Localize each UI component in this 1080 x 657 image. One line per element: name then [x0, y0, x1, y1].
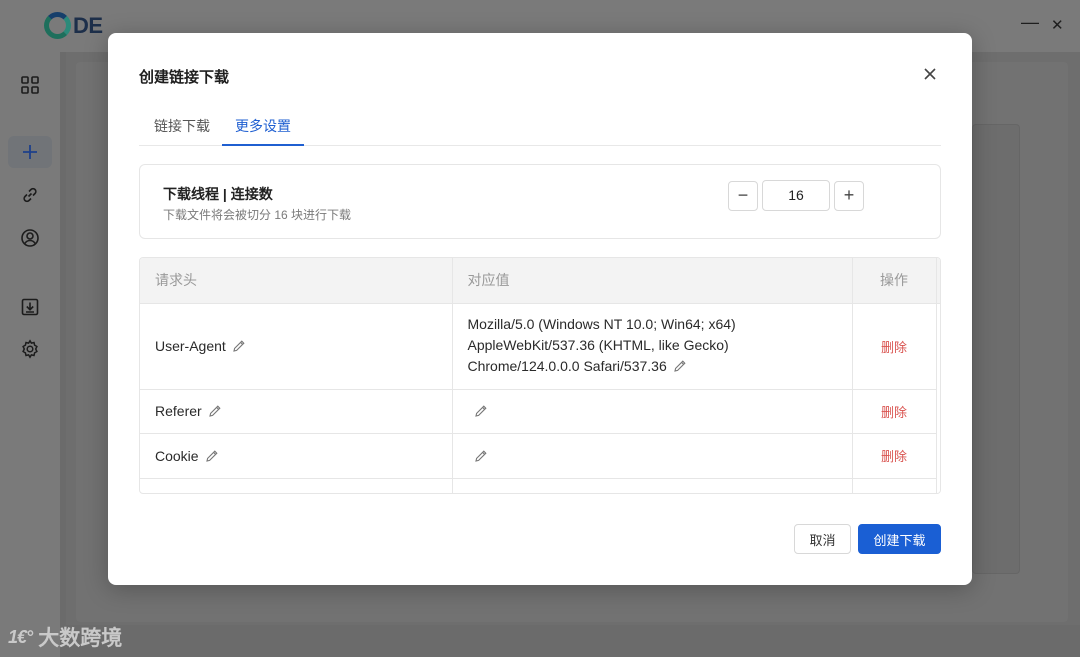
- header-key-text: Cookie: [155, 447, 199, 464]
- header-value-cell: [452, 433, 853, 479]
- edit-pencil-icon[interactable]: [673, 358, 687, 372]
- delete-button[interactable]: 删除: [881, 449, 907, 464]
- tab-link-download[interactable]: 链接下载: [154, 116, 210, 146]
- edit-pencil-icon[interactable]: [208, 404, 222, 418]
- table-scrollbar[interactable]: [936, 258, 940, 493]
- app-inner-panel: [972, 124, 1020, 574]
- header-key-cell: Referer: [140, 389, 453, 434]
- threads-stepper: − 16 +: [728, 180, 864, 211]
- action-cell: 删除: [852, 433, 937, 479]
- user-icon[interactable]: [18, 226, 42, 250]
- close-icon[interactable]: [922, 66, 938, 82]
- table-row: Referer 删除: [140, 389, 937, 434]
- edit-pencil-icon[interactable]: [232, 339, 246, 353]
- threads-description: 下载文件将会被切分 16 块进行下载: [163, 208, 352, 222]
- edit-pencil-icon[interactable]: [474, 449, 488, 463]
- new-download-button[interactable]: [8, 136, 52, 168]
- threads-input[interactable]: 16: [762, 180, 830, 211]
- action-cell: 删除: [852, 389, 937, 434]
- column-header-action: 操作: [852, 258, 937, 304]
- edit-pencil-icon[interactable]: [474, 404, 488, 418]
- delete-button[interactable]: 删除: [881, 405, 907, 420]
- create-download-button[interactable]: 创建下载: [858, 524, 941, 554]
- app-logo: DE: [44, 12, 103, 39]
- column-header-key: 请求头: [140, 258, 453, 304]
- request-headers-table: 请求头 对应值 操作 User-Agent Mozilla/5.0 (Windo…: [139, 257, 941, 494]
- watermark-mark: 1€°: [8, 626, 33, 647]
- header-value-line: AppleWebKit/537.36 (KHTML, like Gecko): [467, 337, 729, 353]
- download-threads-card: 下载线程 | 连接数 下载文件将会被切分 16 块进行下载 − 16 +: [139, 164, 941, 239]
- gear-icon[interactable]: [18, 337, 42, 361]
- header-value-line: Chrome/124.0.0.0 Safari/537.36: [467, 358, 667, 374]
- table-row: User-Agent Mozilla/5.0 (Windows NT 10.0;…: [140, 303, 937, 390]
- increment-button[interactable]: +: [834, 180, 864, 211]
- window-close-button[interactable]: ✕: [1051, 16, 1064, 34]
- watermark-text: 大数跨境: [38, 627, 123, 650]
- cancel-button[interactable]: 取消: [794, 524, 851, 554]
- decrement-button[interactable]: −: [728, 180, 758, 211]
- download-icon[interactable]: [18, 295, 42, 319]
- header-key-text: User-Agent: [155, 338, 226, 354]
- threads-title: 下载线程 | 连接数: [163, 186, 273, 202]
- header-key-cell: Cookie: [140, 433, 453, 479]
- edit-pencil-icon[interactable]: [205, 449, 219, 463]
- logo-text: DE: [73, 12, 103, 38]
- dialog-tabs: 链接下载 更多设置: [139, 108, 941, 146]
- action-cell: 删除: [852, 303, 937, 390]
- window-minimize-button[interactable]: —: [1021, 12, 1039, 33]
- plus-icon: [23, 145, 37, 159]
- dialog-title: 创建链接下载: [139, 69, 230, 86]
- column-header-value: 对应值: [452, 258, 853, 304]
- table-header-row: 请求头 对应值 操作: [140, 258, 937, 304]
- create-link-download-dialog: 创建链接下载 链接下载 更多设置 下载线程 | 连接数 下载文件将会被切分 16…: [108, 33, 972, 585]
- logo-ring-icon: [44, 12, 71, 39]
- app-sidebar: [0, 52, 60, 657]
- header-value-cell: Mozilla/5.0 (Windows NT 10.0; Win64; x64…: [452, 303, 853, 390]
- header-value-line: Mozilla/5.0 (Windows NT 10.0; Win64; x64…: [467, 316, 736, 332]
- table-row: [140, 478, 937, 493]
- header-key-text: Referer: [155, 403, 202, 419]
- tab-more-settings[interactable]: 更多设置: [222, 116, 304, 146]
- watermark: 1€° 大数跨境: [8, 622, 122, 652]
- header-value-cell: [452, 389, 853, 434]
- table-row: Cookie 删除: [140, 433, 937, 479]
- dashboard-icon[interactable]: [18, 73, 42, 97]
- delete-button[interactable]: 删除: [881, 340, 907, 355]
- link-icon[interactable]: [18, 183, 42, 207]
- header-key-cell: User-Agent: [140, 303, 453, 390]
